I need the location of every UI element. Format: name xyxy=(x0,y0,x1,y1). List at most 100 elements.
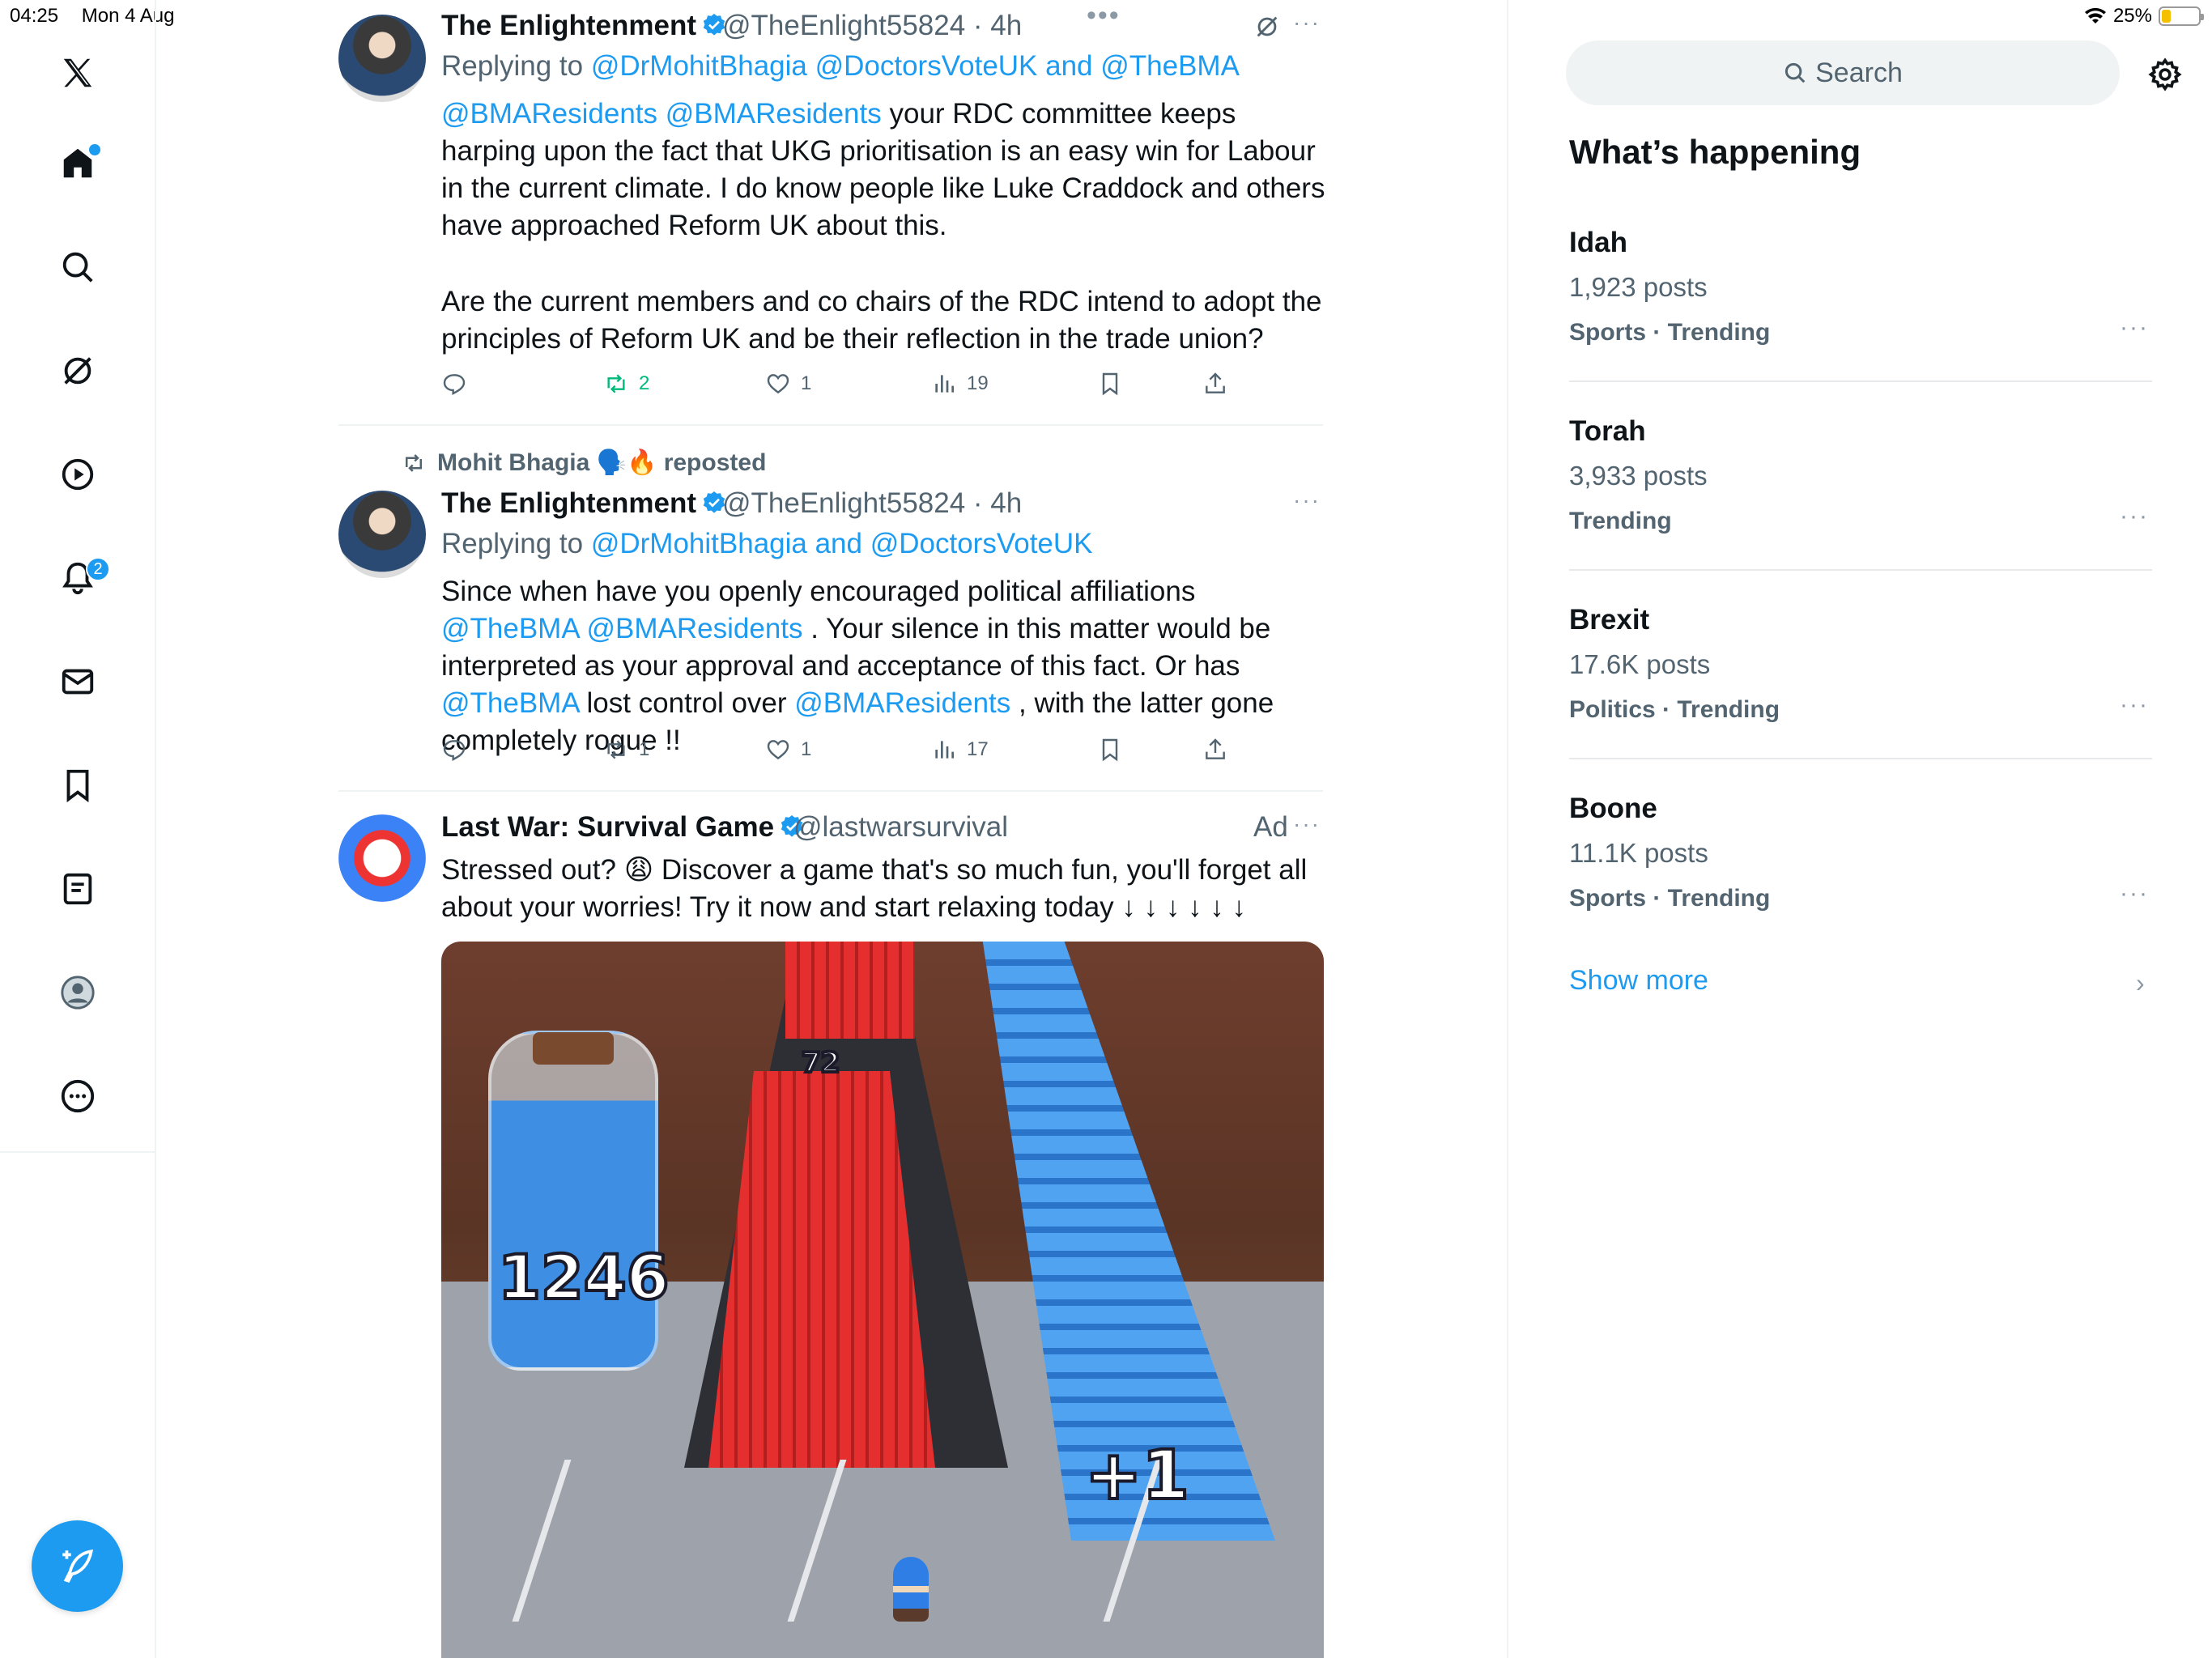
search-icon[interactable] xyxy=(53,243,102,291)
trend-category: Politics · Trending xyxy=(1569,696,1780,723)
mention-link[interactable]: @BMAResidents xyxy=(587,613,803,644)
reply-to-links[interactable]: @DrMohitBhagia @DoctorsVoteUK and @TheBM… xyxy=(591,50,1240,82)
show-more-link[interactable]: Show more xyxy=(1569,965,1708,997)
media-red-army-far xyxy=(785,942,915,1039)
trend-item[interactable]: Torah 3,933 posts Trending ··· xyxy=(1569,415,2152,603)
like-button[interactable]: 1 xyxy=(765,737,811,763)
trend-divider xyxy=(1569,758,2152,759)
tweet-author[interactable]: The Enlightenment xyxy=(441,487,727,520)
tweet-text: Since when have you openly encouraged po… xyxy=(441,576,1274,756)
tweet-divider xyxy=(338,790,1323,792)
bookmark-icon xyxy=(1102,738,1118,762)
trend-name: Boone xyxy=(1569,793,1657,824)
trend-name: Idah xyxy=(1569,227,1627,258)
trend-posts: 1,923 posts xyxy=(1569,272,1708,302)
compose-button[interactable] xyxy=(32,1520,123,1612)
reply-icon xyxy=(443,740,466,761)
tweet-actions: 2 1 19 xyxy=(441,371,1251,403)
grok-small-icon[interactable] xyxy=(1253,13,1281,40)
trend-category: Trending xyxy=(1569,508,1672,534)
bookmark-button[interactable] xyxy=(1097,371,1123,397)
home-icon[interactable] xyxy=(53,139,102,188)
reply-context: Replying to @DrMohitBhagia @DoctorsVoteU… xyxy=(441,50,1240,82)
nav-divider xyxy=(0,1151,155,1153)
trend-name: Brexit xyxy=(1569,604,1650,636)
views-icon xyxy=(935,741,954,759)
search-input[interactable]: Search xyxy=(1566,40,2120,105)
bookmarks-icon[interactable] xyxy=(53,761,102,810)
trend-more-icon[interactable]: ··· xyxy=(2120,314,2149,342)
tweet-more-icon[interactable]: ··· xyxy=(1293,811,1321,837)
reply-context: Replying to @DrMohitBhagia and @DoctorsV… xyxy=(441,528,1093,559)
tweet-divider xyxy=(338,424,1323,426)
tweet-handle[interactable]: @TheEnlight55824 · 4h xyxy=(722,487,1022,520)
trend-category: Sports · Trending xyxy=(1569,319,1771,346)
repost-icon xyxy=(607,740,625,759)
heart-icon xyxy=(767,740,789,760)
mention-link[interactable]: @BMAResidents xyxy=(794,687,1010,719)
tweet-more-menu[interactable]: ••• xyxy=(1087,0,1121,32)
avatar[interactable] xyxy=(338,814,426,902)
status-bar-right: 25% xyxy=(2084,5,2204,28)
bookmark-icon xyxy=(1102,372,1118,396)
ad-label: Ad xyxy=(1253,811,1288,843)
whats-happening-title: What’s happening xyxy=(1569,133,1861,171)
mention-link[interactable]: @TheBMA xyxy=(441,687,579,719)
avatar[interactable] xyxy=(338,15,426,102)
tweet-text: Stressed out? 😩 Discover a game that's s… xyxy=(441,854,1308,923)
left-nav: 2 xyxy=(0,0,156,1658)
ad-video-media[interactable]: 1246 72 +1 xyxy=(441,942,1324,1658)
share-button[interactable] xyxy=(1202,737,1228,763)
tweet-actions: 1 1 17 xyxy=(441,737,1251,769)
heart-icon xyxy=(767,374,789,394)
views-button[interactable]: 19 xyxy=(931,371,989,397)
trend-category: Sports · Trending xyxy=(1569,885,1771,912)
chevron-right-icon: › xyxy=(2136,968,2145,997)
repost-context[interactable]: Mohit Bhagia 🗣️🔥 reposted xyxy=(402,449,766,477)
search-icon xyxy=(1785,62,1806,83)
media-hero-character xyxy=(893,1557,929,1622)
notifications-icon[interactable]: 2 xyxy=(53,554,110,602)
timeline-right-border xyxy=(1507,0,1508,1658)
tweet-text: @BMAResidents @BMAResidents your RDC com… xyxy=(441,98,1325,241)
mention-link[interactable]: @TheBMA xyxy=(441,613,579,644)
views-button[interactable]: 17 xyxy=(931,737,989,763)
avatar[interactable] xyxy=(338,491,426,578)
trend-item[interactable]: Idah 1,923 posts Sports · Trending ··· xyxy=(1569,227,2152,414)
video-icon[interactable] xyxy=(53,450,102,499)
more-icon[interactable] xyxy=(53,1072,102,1120)
reply-to-links[interactable]: @DrMohitBhagia and @DoctorsVoteUK xyxy=(591,528,1093,559)
bookmark-button[interactable] xyxy=(1097,737,1123,763)
trend-posts: 3,933 posts xyxy=(1569,461,1708,491)
tweet-author[interactable]: The Enlightenment xyxy=(441,10,727,42)
reply-button[interactable] xyxy=(441,371,477,397)
tweet-handle[interactable]: @lastwarsurvival xyxy=(793,811,1008,844)
tweet-handle[interactable]: @TheEnlight55824 · 4h xyxy=(722,10,1022,42)
grok-icon[interactable] xyxy=(53,346,102,395)
tweet-text-paragraph: Are the current members and co chairs of… xyxy=(441,286,1322,355)
tweet-author[interactable]: Last War: Survival Game xyxy=(441,811,805,844)
x-logo-icon[interactable] xyxy=(53,49,102,97)
repost-button[interactable]: 1 xyxy=(603,737,649,763)
settings-gear-icon[interactable] xyxy=(2147,57,2183,92)
like-button[interactable]: 1 xyxy=(765,371,811,397)
tweet-more-icon[interactable]: ··· xyxy=(1293,487,1321,513)
reply-button[interactable] xyxy=(441,737,477,763)
mention-link[interactable]: @BMAResidents @BMAResidents xyxy=(441,98,882,130)
home-new-dot xyxy=(89,144,100,155)
reply-icon xyxy=(443,374,466,395)
messages-icon[interactable] xyxy=(53,657,102,706)
trend-more-icon[interactable]: ··· xyxy=(2120,691,2149,719)
trend-posts: 17.6K posts xyxy=(1569,649,1711,679)
trend-more-icon[interactable]: ··· xyxy=(2120,880,2149,908)
repost-button[interactable]: 2 xyxy=(603,371,649,397)
tweet-more-icon[interactable]: ··· xyxy=(1293,10,1321,36)
lists-icon[interactable] xyxy=(53,865,102,913)
profile-icon[interactable] xyxy=(53,968,102,1017)
share-icon xyxy=(1206,372,1225,393)
trend-item[interactable]: Brexit 17.6K posts Politics · Trending ·… xyxy=(1569,604,2152,792)
trend-item[interactable]: Boone 11.1K posts Sports · Trending ··· xyxy=(1569,793,2152,980)
views-icon xyxy=(935,375,954,393)
share-button[interactable] xyxy=(1202,371,1228,397)
trend-more-icon[interactable]: ··· xyxy=(2120,503,2149,530)
